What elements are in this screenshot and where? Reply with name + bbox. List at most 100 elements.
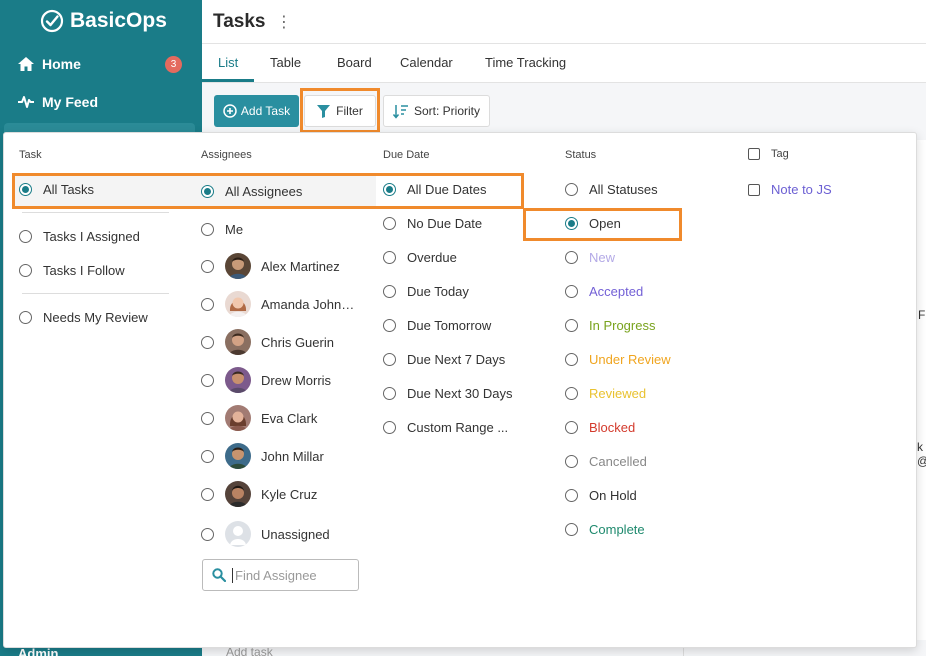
sidebar-item-label: My Feed <box>42 94 99 110</box>
page-header: Tasks ⋮ <box>202 0 926 44</box>
due-option-overdue[interactable]: Overdue <box>383 250 457 265</box>
radio[interactable] <box>565 353 578 366</box>
radio[interactable] <box>383 353 396 366</box>
assignee-option-eva-clark[interactable]: Eva Clark <box>201 405 317 431</box>
radio[interactable] <box>565 523 578 536</box>
assignee-option-kyle-cruz[interactable]: Kyle Cruz <box>201 481 317 507</box>
add-task-label: Add Task <box>240 104 291 118</box>
tag-heading-row[interactable]: Tag <box>748 148 789 160</box>
due-date-heading: Due Date <box>383 149 430 161</box>
highlight-open-status <box>523 208 682 241</box>
status-heading: Status <box>565 149 597 161</box>
radio[interactable] <box>565 319 578 332</box>
avatar <box>225 367 251 393</box>
tag-option-note-to-js[interactable]: Note to JS <box>748 182 832 197</box>
assignee-option-drew-morris[interactable]: Drew Morris <box>201 367 331 393</box>
assignee-option-john-millar[interactable]: John Millar <box>201 443 324 469</box>
radio[interactable] <box>201 527 214 541</box>
person-icon <box>229 297 247 317</box>
radio[interactable] <box>565 421 578 434</box>
sidebar-item-my-feed[interactable]: My Feed <box>18 90 186 114</box>
radio[interactable] <box>383 217 396 230</box>
radio[interactable] <box>201 259 214 273</box>
tab-time-tracking[interactable]: Time Tracking <box>485 55 566 70</box>
radio[interactable] <box>19 311 32 324</box>
task-option-tasks-i-follow[interactable]: Tasks I Follow <box>19 263 125 278</box>
radio[interactable] <box>201 335 214 349</box>
divider <box>22 212 169 213</box>
status-option-blocked[interactable]: Blocked <box>565 420 635 435</box>
status-option-on-hold[interactable]: On Hold <box>565 488 637 503</box>
app-logo[interactable]: BasicOps <box>40 8 167 34</box>
radio[interactable] <box>565 489 578 502</box>
status-option-new[interactable]: New <box>565 250 615 265</box>
checkbox[interactable] <box>748 183 760 196</box>
radio[interactable] <box>19 264 32 277</box>
radio[interactable] <box>201 449 214 463</box>
person-icon <box>229 411 247 431</box>
status-option-reviewed[interactable]: Reviewed <box>565 386 646 401</box>
radio[interactable] <box>201 297 214 311</box>
radio[interactable] <box>19 230 32 243</box>
status-option-accepted[interactable]: Accepted <box>565 284 643 299</box>
radio[interactable] <box>565 455 578 468</box>
find-assignee-field[interactable] <box>202 559 359 591</box>
radio[interactable] <box>201 373 214 387</box>
add-task-button[interactable]: Add Task <box>214 95 299 127</box>
status-option-under-review[interactable]: Under Review <box>565 352 671 367</box>
sidebar-item-home[interactable]: Home 3 <box>18 52 186 76</box>
avatar <box>225 329 251 355</box>
avatar <box>225 443 251 469</box>
radio[interactable] <box>201 487 214 501</box>
radio[interactable] <box>383 387 396 400</box>
radio[interactable] <box>383 251 396 264</box>
due-option-next-30[interactable]: Due Next 30 Days <box>383 386 513 401</box>
sort-button[interactable]: Sort: Priority <box>383 95 490 127</box>
status-option-cancelled[interactable]: Cancelled <box>565 454 647 469</box>
view-tabs: List Table Board Calendar Time Tracking <box>202 44 926 83</box>
activity-pulse-icon <box>18 96 34 108</box>
due-option-custom[interactable]: Custom Range ... <box>383 420 508 435</box>
radio[interactable] <box>201 411 214 425</box>
find-assignee-input[interactable] <box>232 567 350 583</box>
tab-list[interactable]: List <box>218 55 238 70</box>
assignees-heading: Assignees <box>201 149 252 161</box>
status-option-all[interactable]: All Statuses <box>565 182 658 197</box>
plus-circle-icon <box>223 104 237 118</box>
radio[interactable] <box>383 319 396 332</box>
assignee-option-alex-martinez[interactable]: Alex Martinez <box>201 253 340 279</box>
tab-calendar[interactable]: Calendar <box>400 55 453 70</box>
due-option-no-due-date[interactable]: No Due Date <box>383 216 482 231</box>
task-option-tasks-i-assigned[interactable]: Tasks I Assigned <box>19 229 140 244</box>
page-title: Tasks <box>213 11 266 32</box>
status-option-complete[interactable]: Complete <box>565 522 645 537</box>
assignee-option-chris-guerin[interactable]: Chris Guerin <box>201 329 334 355</box>
active-tab-indicator <box>202 79 254 82</box>
task-heading: Task <box>19 149 42 161</box>
assignee-option-unassigned[interactable]: Unassigned <box>201 521 330 547</box>
due-option-tomorrow[interactable]: Due Tomorrow <box>383 318 491 333</box>
assignee-option-amanda[interactable]: Amanda John… <box>201 291 354 317</box>
radio[interactable] <box>565 183 578 196</box>
radio[interactable] <box>565 251 578 264</box>
home-icon <box>18 57 34 71</box>
task-list-edge <box>916 140 926 640</box>
avatar <box>225 521 251 547</box>
tab-board[interactable]: Board <box>337 55 372 70</box>
task-option-needs-my-review[interactable]: Needs My Review <box>19 310 148 325</box>
highlight-all-options <box>12 173 524 209</box>
radio[interactable] <box>565 285 578 298</box>
radio[interactable] <box>383 421 396 434</box>
tag-heading: Tag <box>771 148 789 160</box>
due-option-next-7[interactable]: Due Next 7 Days <box>383 352 505 367</box>
tag-select-all-checkbox[interactable] <box>748 148 760 160</box>
assignee-option-me[interactable]: Me <box>201 222 243 237</box>
status-option-in-progress[interactable]: In Progress <box>565 318 655 333</box>
more-options-icon[interactable]: ⋮ <box>276 12 292 32</box>
tab-table[interactable]: Table <box>270 55 301 70</box>
avatar <box>225 291 251 317</box>
radio[interactable] <box>201 223 214 236</box>
radio[interactable] <box>383 285 396 298</box>
radio[interactable] <box>565 387 578 400</box>
due-option-today[interactable]: Due Today <box>383 284 469 299</box>
